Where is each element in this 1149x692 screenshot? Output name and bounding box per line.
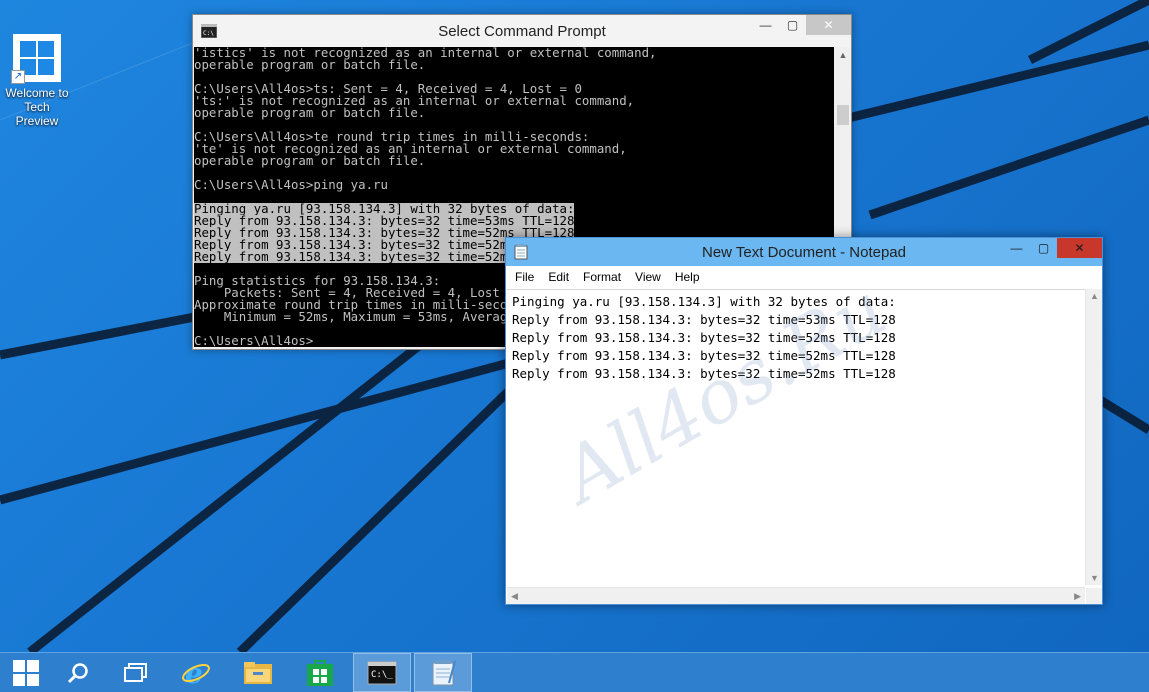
cmd-maximize-button[interactable]: ▢ xyxy=(779,15,806,35)
command-prompt-icon: C:\_ xyxy=(367,661,397,684)
desktop-icon-welcome[interactable]: ↗ Welcome to Tech Preview xyxy=(2,34,72,128)
file-explorer-button[interactable] xyxy=(232,653,284,692)
menu-view[interactable]: View xyxy=(628,270,668,284)
menu-format[interactable]: Format xyxy=(576,270,628,284)
taskbar: e C:\_ xyxy=(0,652,1149,692)
cmd-line: operable program or batch file. xyxy=(194,153,426,168)
menu-file[interactable]: File xyxy=(508,270,541,284)
shortcut-arrow-icon: ↗ xyxy=(11,70,25,84)
taskbar-command-prompt[interactable]: C:\_ xyxy=(353,653,411,692)
notepad-titlebar[interactable]: New Text Document - Notepad — ▢ ✕ xyxy=(506,238,1102,266)
notepad-maximize-button[interactable]: ▢ xyxy=(1030,238,1057,258)
cmd-line: operable program or batch file. xyxy=(194,57,426,72)
notepad-minimize-button[interactable]: — xyxy=(1003,238,1030,258)
scroll-right-icon[interactable]: ▶ xyxy=(1074,591,1081,602)
store-icon xyxy=(307,659,333,686)
scroll-down-icon[interactable]: ▼ xyxy=(1090,573,1099,583)
scroll-up-icon[interactable]: ▲ xyxy=(835,47,851,63)
notepad-resize-grip[interactable] xyxy=(1086,588,1102,604)
notepad-menubar: File Edit Format View Help xyxy=(506,266,1102,288)
notepad-close-button[interactable]: ✕ xyxy=(1057,238,1102,258)
search-icon xyxy=(67,662,88,683)
windows-logo-icon: ↗ xyxy=(11,34,61,84)
notepad-icon xyxy=(432,659,456,685)
cmd-titlebar[interactable]: C:\ Select Command Prompt — ▢ ✕ xyxy=(193,15,851,47)
desktop[interactable]: ↗ Welcome to Tech Preview C:\ Select Com… xyxy=(0,0,1149,652)
notepad-text-area[interactable]: Pinging ya.ru [93.158.134.3] with 32 byt… xyxy=(507,289,1085,587)
desktop-icon-label: Welcome to Tech Preview xyxy=(5,86,69,128)
svg-text:C:\_: C:\_ xyxy=(371,670,393,680)
internet-explorer-icon: e xyxy=(182,658,210,688)
cmd-scroll-thumb[interactable] xyxy=(837,105,849,125)
cmd-minimize-button[interactable]: — xyxy=(752,15,779,35)
task-view-button[interactable] xyxy=(110,653,162,692)
menu-edit[interactable]: Edit xyxy=(541,270,576,284)
store-button[interactable] xyxy=(294,653,346,692)
cmd-window-controls: — ▢ ✕ xyxy=(752,15,851,37)
notepad-window-controls: — ▢ ✕ xyxy=(1003,238,1102,260)
search-button[interactable] xyxy=(52,653,104,692)
start-button[interactable] xyxy=(0,653,52,692)
notepad-window[interactable]: New Text Document - Notepad — ▢ ✕ File E… xyxy=(505,237,1103,605)
notepad-horizontal-scrollbar[interactable]: ◀ ▶ xyxy=(507,587,1085,604)
cmd-close-button[interactable]: ✕ xyxy=(806,15,851,35)
task-view-icon xyxy=(124,662,147,682)
svg-text:e: e xyxy=(185,658,203,688)
menu-help[interactable]: Help xyxy=(668,270,707,284)
cmd-line: operable program or batch file. xyxy=(194,105,426,120)
taskbar-notepad[interactable] xyxy=(414,653,472,692)
notepad-text: Pinging ya.ru [93.158.134.3] with 32 byt… xyxy=(512,294,896,381)
file-explorer-icon xyxy=(244,661,272,684)
notepad-vertical-scrollbar[interactable]: ▲ ▼ xyxy=(1085,289,1102,585)
internet-explorer-button[interactable]: e xyxy=(170,653,222,692)
scroll-left-icon[interactable]: ◀ xyxy=(511,591,518,602)
start-icon xyxy=(13,659,39,686)
scroll-up-icon[interactable]: ▲ xyxy=(1090,291,1099,301)
cmd-line: C:\Users\All4os> xyxy=(194,333,314,347)
cmd-line: C:\Users\All4os>ping ya.ru xyxy=(194,177,388,192)
